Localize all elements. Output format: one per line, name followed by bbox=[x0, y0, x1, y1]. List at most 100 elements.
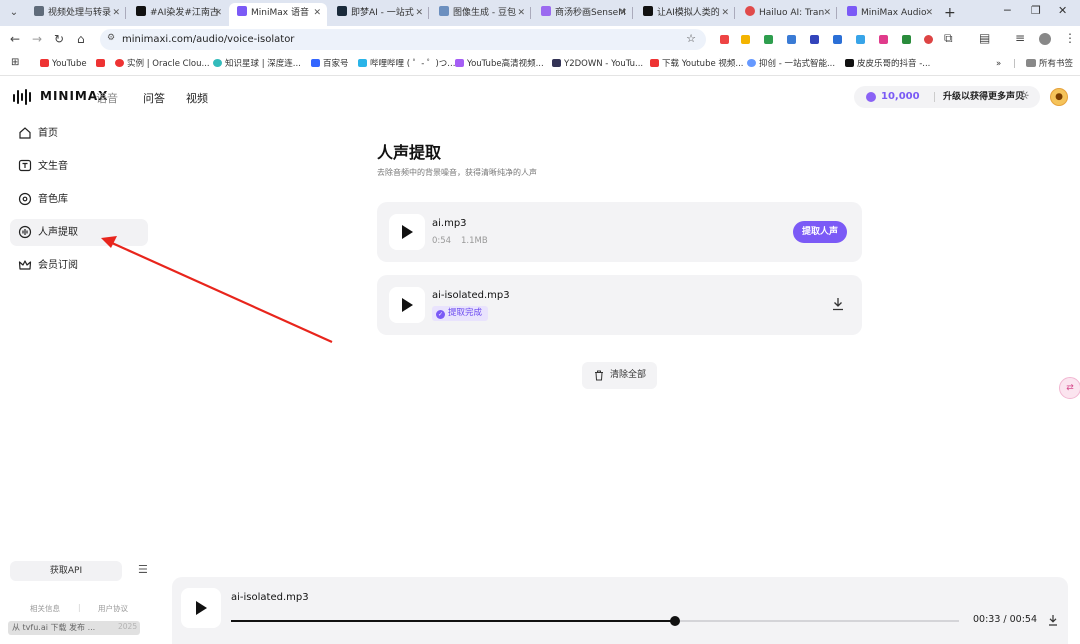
extension-icon[interactable] bbox=[720, 35, 729, 44]
tab-close-icon[interactable]: ✕ bbox=[313, 3, 321, 23]
bookmarks-divider: | bbox=[1013, 59, 1016, 69]
url-text[interactable]: minimaxi.com/audio/voice-isolator bbox=[122, 29, 294, 50]
sidebar-item-membership[interactable]: 会员订阅 bbox=[10, 252, 148, 279]
browser-toolbar: ← → ↻ ⌂ ⚙ minimaxi.com/audio/voice-isola… bbox=[0, 26, 1080, 53]
bookmark-item[interactable]: YouTube高清视频... bbox=[455, 57, 544, 71]
new-tab-button[interactable]: + bbox=[944, 3, 956, 23]
download-icon[interactable] bbox=[832, 297, 844, 311]
tab-close-icon[interactable]: ✕ bbox=[721, 3, 729, 23]
sidebar-item-voice-isolator[interactable]: 人声提取 bbox=[10, 219, 148, 246]
address-bar[interactable]: ⚙ minimaxi.com/audio/voice-isolator ☆ bbox=[100, 29, 706, 50]
file-name: ai.mp3 bbox=[432, 218, 467, 229]
progress-track[interactable] bbox=[231, 616, 959, 626]
extension-icon[interactable] bbox=[810, 35, 819, 44]
bookmark-item[interactable]: 下载 Youtube 视频... bbox=[650, 57, 744, 71]
collapse-menu-icon[interactable]: ☰ bbox=[138, 563, 148, 576]
extract-voice-button[interactable]: 提取人声 bbox=[793, 221, 847, 243]
browser-tab[interactable]: 即梦AI - 一站式 ✕ bbox=[329, 3, 429, 23]
bookmark-item[interactable]: 抑创 - 一站式智能... bbox=[747, 57, 835, 71]
close-window-icon[interactable]: ✕ bbox=[1058, 4, 1067, 17]
avatar[interactable]: ● bbox=[1050, 88, 1068, 106]
media-control-icon[interactable]: ≡ bbox=[1015, 31, 1025, 45]
apps-grid-icon[interactable]: ⊞ bbox=[11, 56, 19, 70]
player-play-button[interactable] bbox=[181, 588, 221, 628]
sidebar-item-voice-library[interactable]: 音色库 bbox=[10, 186, 148, 213]
all-bookmarks[interactable]: 所有书签 bbox=[1026, 57, 1073, 71]
play-button[interactable] bbox=[389, 214, 425, 250]
progress-handle[interactable] bbox=[670, 616, 681, 626]
sidebar-item-home[interactable]: 首页 bbox=[10, 120, 148, 147]
extension-icon[interactable] bbox=[902, 35, 911, 44]
browser-tab[interactable]: #AI染发#江南古 ✕ bbox=[128, 3, 228, 23]
browser-tab-active[interactable]: MiniMax 语音 ✕ bbox=[229, 3, 327, 26]
browser-tab[interactable]: MiniMax Audio ✕ bbox=[839, 3, 939, 23]
translate-float-icon[interactable]: ⇄ bbox=[1059, 377, 1080, 399]
file-size: 1.1MB bbox=[461, 236, 488, 246]
play-button[interactable] bbox=[389, 287, 425, 323]
bookmark-item[interactable]: 知识星球 | 深度连... bbox=[213, 57, 301, 71]
site-info-icon[interactable]: ⚙ bbox=[107, 33, 115, 43]
sidebar-item-text-to-speech[interactable]: 文生音 bbox=[10, 153, 148, 180]
tab-close-icon[interactable]: ✕ bbox=[823, 3, 831, 23]
browser-tab[interactable]: 商汤秒画SenseM ✕ bbox=[533, 3, 633, 23]
tab-favicon-icon bbox=[439, 6, 449, 16]
profile-icon[interactable] bbox=[1039, 33, 1051, 45]
nav-qa[interactable]: 问答 bbox=[143, 90, 165, 106]
tab-favicon-icon bbox=[847, 6, 857, 16]
extension-icon[interactable] bbox=[833, 35, 842, 44]
extension-icon[interactable] bbox=[764, 35, 773, 44]
sidebar-item-label: 人声提取 bbox=[38, 227, 78, 238]
extension-icon[interactable] bbox=[924, 35, 933, 44]
bookmark-item[interactable]: 皮皮乐哥的抖音 -... bbox=[845, 57, 930, 71]
tab-close-icon[interactable]: ✕ bbox=[214, 3, 222, 23]
extension-icon[interactable] bbox=[787, 35, 796, 44]
footer-link-info[interactable]: 相关信息 bbox=[30, 603, 60, 614]
extension-icon[interactable] bbox=[741, 35, 750, 44]
tab-close-icon[interactable]: ✕ bbox=[415, 3, 423, 23]
bookmark-item[interactable]: YouTube bbox=[40, 57, 87, 71]
tab-close-icon[interactable]: ✕ bbox=[517, 3, 525, 23]
bookmark-item[interactable]: 百家号 bbox=[311, 57, 349, 71]
browser-tab[interactable]: 视频处理与转录 ✕ bbox=[26, 3, 126, 23]
tab-close-icon[interactable]: ✕ bbox=[925, 3, 933, 23]
nav-voice[interactable]: 语音 bbox=[96, 90, 118, 106]
extensions-puzzle-icon[interactable]: ⧉ bbox=[944, 31, 953, 46]
theme-toggle-icon[interactable]: ☼ bbox=[1018, 89, 1030, 104]
bookmark-star-icon[interactable]: ☆ bbox=[686, 32, 696, 45]
bookmark-item[interactable] bbox=[96, 57, 108, 71]
back-icon[interactable]: ← bbox=[10, 32, 20, 46]
download-icon[interactable] bbox=[1048, 614, 1058, 626]
maximize-icon[interactable]: ❐ bbox=[1031, 4, 1041, 17]
tab-close-icon[interactable]: ✕ bbox=[619, 3, 627, 23]
tab-divider bbox=[632, 7, 633, 19]
tab-close-icon[interactable]: ✕ bbox=[112, 3, 120, 23]
tab-search-dropdown-icon[interactable]: ⌄ bbox=[6, 5, 22, 21]
minimize-icon[interactable]: ─ bbox=[1004, 4, 1011, 17]
sidebar-item-label: 首页 bbox=[38, 128, 58, 139]
home-browser-icon[interactable]: ⌂ bbox=[77, 32, 85, 46]
bookmarks-overflow-icon[interactable]: » bbox=[996, 57, 1001, 71]
bookmark-item[interactable]: 实例 | Oracle Clou... bbox=[115, 57, 210, 71]
clear-all-button[interactable]: 清除全部 bbox=[582, 362, 657, 389]
browser-tab[interactable]: 图像生成 - 豆包 ✕ bbox=[431, 3, 531, 23]
get-api-button[interactable]: 获取API bbox=[10, 561, 122, 581]
bookmark-item[interactable]: Y2DOWN - YouTu... bbox=[552, 57, 643, 71]
bookmark-favicon-icon bbox=[311, 59, 320, 67]
browser-menu-icon[interactable]: ⋮ bbox=[1064, 31, 1076, 45]
browser-tab[interactable]: Hailuo AI: Tran ✕ bbox=[737, 3, 837, 23]
footer-link-terms[interactable]: 用户协议 bbox=[98, 603, 128, 614]
browser-tab[interactable]: 让AI模拟人类的 ✕ bbox=[635, 3, 735, 23]
credits-upgrade-pill[interactable]: 10,000 升级以获得更多声贝 bbox=[854, 86, 1040, 108]
tab-favicon-icon bbox=[136, 6, 146, 16]
bookmark-item[interactable]: 哔哩哔哩 ( ゜- ゜)つ... bbox=[358, 57, 455, 71]
nav-video[interactable]: 视频 bbox=[186, 90, 208, 106]
reload-icon[interactable]: ↻ bbox=[54, 32, 64, 46]
extension-icon[interactable] bbox=[856, 35, 865, 44]
credits-value: 10,000 bbox=[881, 91, 920, 102]
extension-icon[interactable] bbox=[879, 35, 888, 44]
forward-icon[interactable]: → bbox=[32, 32, 42, 46]
tab-title: 商汤秒画SenseM bbox=[555, 8, 626, 18]
file-name: ai-isolated.mp3 bbox=[432, 290, 510, 301]
bookmark-favicon-icon bbox=[747, 59, 756, 67]
side-panel-icon[interactable]: ▤ bbox=[979, 31, 990, 45]
